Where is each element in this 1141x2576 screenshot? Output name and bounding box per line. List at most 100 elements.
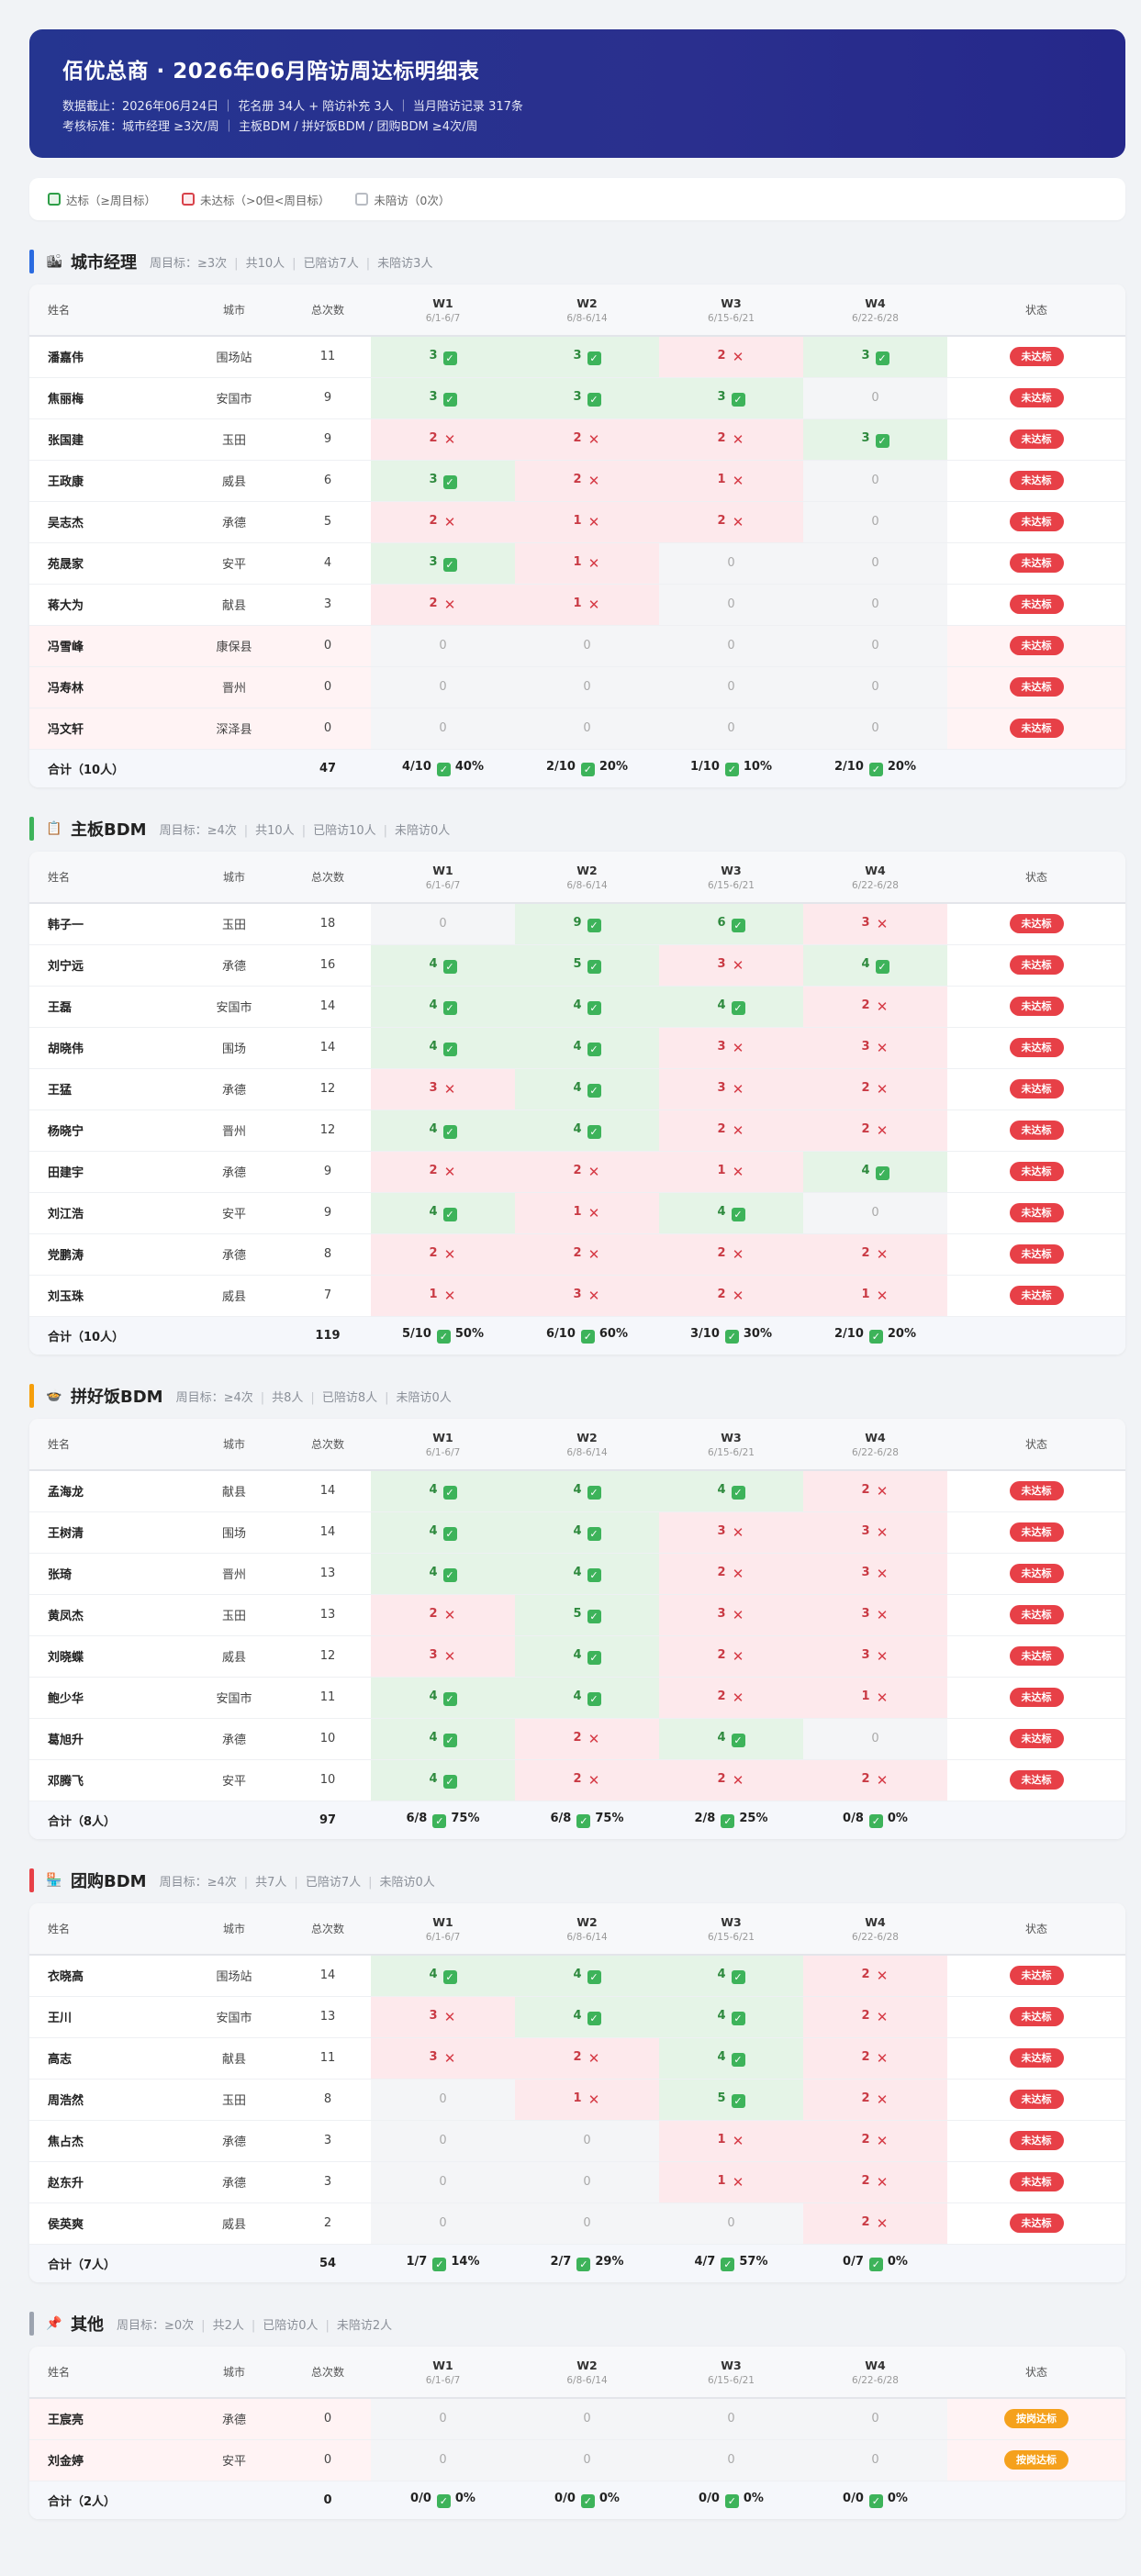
table-row[interactable]: 焦占杰 承德 3 0 0 1 ✕ 2 ✕ 未达标: [29, 2120, 1125, 2162]
table-row[interactable]: 王政康 威县 6 3 ✓ 2 ✕ 1 ✕ 0 未达标: [29, 460, 1125, 502]
table-row[interactable]: 冯寿林 晋州 0 0 0 0 0 未达标: [29, 666, 1125, 708]
table-row[interactable]: 韩子一 玉田 18 0 9 ✓ 6 ✓ 3 ✕ 未达标: [29, 903, 1125, 945]
footer-week-summary: 0/0 ✓ 0%: [803, 2481, 947, 2519]
section-meta-item: 周目标：≥4次: [159, 1875, 237, 1890]
col-header-city: 城市: [184, 852, 285, 904]
status-cell: 未达标: [947, 1151, 1125, 1193]
col-header-status: 状态: [947, 852, 1125, 904]
week-label: W2: [576, 1914, 598, 1929]
table-row[interactable]: 党鹏涛 承德 8 2 ✕ 2 ✕ 2 ✕ 2 ✕ 未达标: [29, 1233, 1125, 1276]
week-count: 1: [573, 555, 582, 569]
week-cell: 4 ✓: [515, 1996, 659, 2038]
week-count: 2: [573, 1731, 582, 1745]
table-row[interactable]: 张国建 玉田 9 2 ✕ 2 ✕ 2 ✕ 3 ✓ 未达标: [29, 418, 1125, 461]
week-cell: 0: [659, 584, 803, 626]
table-row[interactable]: 苑晟家 安平 4 3 ✓ 1 ✕ 0 0 未达标: [29, 542, 1125, 585]
table-row[interactable]: 蒋大为 献县 3 2 ✕ 1 ✕ 0 0 未达标: [29, 584, 1125, 626]
table-row[interactable]: 葛旭升 承德 10 4 ✓ 2 ✕ 4 ✓ 0 未达标: [29, 1718, 1125, 1760]
table-row[interactable]: 王磊 安国市 14 4 ✓ 4 ✓ 4 ✓ 2 ✕ 未达标: [29, 986, 1125, 1028]
city-icon: 🏙: [46, 254, 62, 269]
legend-item-none: 未陪访（0次）: [355, 191, 450, 208]
week-cell: 2 ✕: [371, 418, 515, 461]
table-row[interactable]: 潘嘉伟 围场站 11 3 ✓ 3 ✓ 2 ✕ 3 ✓ 未达标: [29, 336, 1125, 378]
cross-icon: ✕: [732, 1689, 744, 1706]
table-row[interactable]: 周浩然 玉田 8 0 1 ✕ 5 ✓ 2 ✕ 未达标: [29, 2079, 1125, 2121]
week-cell: 2 ✕: [803, 1996, 947, 2038]
week-count: 2: [573, 1246, 582, 1260]
table-row[interactable]: 鲍少华 安国市 11 4 ✓ 4 ✓ 2 ✕ 1 ✕ 未达标: [29, 1677, 1125, 1719]
check-icon: ✓: [868, 1330, 883, 1344]
visit-total: 8: [285, 1233, 371, 1276]
pin-icon: 📌: [46, 2316, 62, 2331]
footer-label: 合计（8人）: [29, 1801, 285, 1839]
week-count: 2: [717, 1648, 726, 1662]
person-city: 玉田: [184, 903, 285, 945]
status-cell: 按岗达标: [947, 2439, 1125, 2481]
table-row[interactable]: 侯英爽 威县 2 0 0 0 2 ✕ 未达标: [29, 2202, 1125, 2245]
check-icon: ✓: [442, 959, 457, 974]
table-row[interactable]: 焦丽梅 安国市 9 3 ✓ 3 ✓ 3 ✓ 0 未达标: [29, 377, 1125, 419]
table-row[interactable]: 王猛 承德 12 3 ✕ 4 ✓ 3 ✕ 2 ✕ 未达标: [29, 1068, 1125, 1110]
person-name: 吴志杰: [29, 501, 184, 543]
table-row[interactable]: 黄凤杰 玉田 13 2 ✕ 5 ✓ 3 ✕ 3 ✕ 未达标: [29, 1594, 1125, 1636]
cross-icon: ✕: [587, 514, 600, 530]
status-cell: 未达标: [947, 418, 1125, 461]
week-cell: 0: [371, 2439, 515, 2481]
table-row[interactable]: 冯雪峰 康保县 0 0 0 0 0 未达标: [29, 625, 1125, 667]
week-cell: 2 ✕: [371, 1594, 515, 1636]
check-icon: ✓: [442, 557, 457, 572]
check-icon: ✓: [875, 351, 889, 365]
table-row[interactable]: 冯文轩 深泽县 0 0 0 0 0 未达标: [29, 708, 1125, 750]
week-count: 4: [429, 1771, 438, 1786]
cross-icon: ✕: [876, 998, 889, 1015]
week-count: 4: [573, 1647, 582, 1662]
table-row[interactable]: 胡晓伟 围场 14 4 ✓ 4 ✓ 3 ✕ 3 ✕ 未达标: [29, 1027, 1125, 1069]
col-header-week: W4 6/22-6/28: [803, 2347, 947, 2399]
cross-icon: ✕: [443, 597, 456, 613]
week-cell: 4 ✓: [515, 986, 659, 1028]
table-row[interactable]: 刘宁远 承德 16 4 ✓ 5 ✓ 3 ✕ 4 ✓ 未达标: [29, 944, 1125, 987]
visit-total: 5: [285, 501, 371, 543]
table-row[interactable]: 王树清 围场 14 4 ✓ 4 ✓ 3 ✕ 3 ✕ 未达标: [29, 1511, 1125, 1554]
status-cell: 未达标: [947, 542, 1125, 585]
week-cell: 2 ✕: [659, 1275, 803, 1317]
week-count: 0: [871, 556, 879, 570]
table-row[interactable]: 赵东升 承德 3 0 0 1 ✕ 2 ✕ 未达标: [29, 2161, 1125, 2203]
footer-week-percent: 14%: [451, 2255, 480, 2269]
table-row[interactable]: 吴志杰 承德 5 2 ✕ 1 ✕ 2 ✕ 0 未达标: [29, 501, 1125, 543]
table-row[interactable]: 刘玉珠 威县 7 1 ✕ 3 ✕ 2 ✕ 1 ✕ 未达标: [29, 1275, 1125, 1317]
table-row[interactable]: 杨晓宁 晋州 12 4 ✓ 4 ✓ 2 ✕ 2 ✕ 未达标: [29, 1110, 1125, 1152]
check-icon: ✓: [587, 1042, 601, 1056]
cross-icon: ✕: [876, 2050, 889, 2067]
section-title: 🏙 城市经理 周目标：≥3次 | 共10人 | 已陪访7人 | 未陪访3人: [29, 248, 1125, 275]
week-cell: 4 ✓: [803, 1151, 947, 1193]
table-row[interactable]: 衣晓高 围场站 14 4 ✓ 4 ✓ 4 ✓ 2 ✕ 未达标: [29, 1955, 1125, 1997]
cross-icon: ✕: [876, 2009, 889, 2025]
table-row[interactable]: 孟海龙 献县 14 4 ✓ 4 ✓ 4 ✓ 2 ✕ 未达标: [29, 1470, 1125, 1512]
person-name: 衣晓高: [29, 1955, 184, 1997]
week-cell: 4 ✓: [515, 1511, 659, 1554]
status-badge: 未达标: [1009, 388, 1064, 407]
week-cell: 0: [659, 666, 803, 708]
footer-week-summary: 2/7 ✓ 29%: [515, 2244, 659, 2282]
cross-icon: ✕: [587, 2091, 600, 2108]
status-badge: 未达标: [1009, 1162, 1064, 1181]
meta-separator: |: [243, 1875, 249, 1890]
status-badge: 未达标: [1009, 1646, 1064, 1666]
table-row[interactable]: 田建宇 承德 9 2 ✕ 2 ✕ 1 ✕ 4 ✓ 未达标: [29, 1151, 1125, 1193]
col-header-total: 总次数: [285, 1419, 371, 1471]
week-cell: 4 ✓: [371, 1718, 515, 1760]
check-icon: ✓: [432, 2258, 447, 2272]
table-row[interactable]: 王川 安国市 13 3 ✕ 4 ✓ 4 ✓ 2 ✕ 未达标: [29, 1996, 1125, 2038]
table-row[interactable]: 刘晓蝶 威县 12 3 ✕ 4 ✓ 2 ✕ 3 ✕ 未达标: [29, 1635, 1125, 1678]
table-row[interactable]: 王宸亮 承德 0 0 0 0 0 按岗达标: [29, 2398, 1125, 2440]
table-row[interactable]: 张琦 晋州 13 4 ✓ 4 ✓ 2 ✕ 3 ✕ 未达标: [29, 1553, 1125, 1595]
table-row[interactable]: 刘金婷 安平 0 0 0 0 0 按岗达标: [29, 2439, 1125, 2481]
table-row[interactable]: 高志 献县 11 3 ✕ 2 ✕ 4 ✓ 2 ✕ 未达标: [29, 2037, 1125, 2080]
week-cell: 2 ✕: [659, 418, 803, 461]
week-count: 3: [429, 348, 438, 362]
person-name: 王宸亮: [29, 2398, 184, 2440]
col-header-name: 姓名: [29, 1419, 184, 1471]
table-row[interactable]: 刘江浩 安平 9 4 ✓ 1 ✕ 4 ✓ 0 未达标: [29, 1192, 1125, 1234]
table-row[interactable]: 邓腾飞 安平 10 4 ✓ 2 ✕ 2 ✕ 2 ✕ 未达标: [29, 1759, 1125, 1801]
